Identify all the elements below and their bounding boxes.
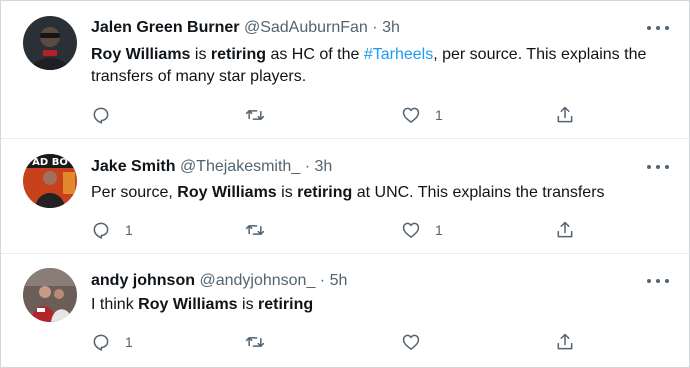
tweet-text-segment: Per source, bbox=[91, 184, 178, 201]
tweet[interactable]: AD BO Jake Smith @Thejakesmith_ · 3h Per… bbox=[1, 138, 689, 253]
retweet-icon bbox=[245, 110, 265, 120]
display-name[interactable]: andy johnson bbox=[91, 272, 195, 289]
tweet-text: I think Roy Williams is retiring bbox=[91, 294, 661, 316]
tweet-text-segment: at UNC. This explains the transfers bbox=[352, 184, 605, 201]
tweet-text-segment: I think bbox=[91, 296, 139, 313]
share-button[interactable] bbox=[555, 219, 575, 241]
share-icon bbox=[557, 106, 573, 123]
tweet-actions: 1 1 bbox=[91, 219, 581, 241]
separator: · bbox=[304, 158, 311, 175]
avatar-image-icon bbox=[23, 16, 77, 70]
reply-count: 1 bbox=[125, 334, 133, 350]
retweet-button[interactable] bbox=[245, 219, 279, 241]
share-button[interactable] bbox=[555, 331, 575, 353]
separator: · bbox=[319, 272, 326, 289]
more-icon bbox=[647, 165, 651, 169]
avatar-image-icon: AD BO bbox=[23, 154, 77, 208]
avatar[interactable] bbox=[23, 268, 77, 322]
share-button[interactable] bbox=[555, 104, 575, 126]
like-count: 1 bbox=[435, 107, 443, 123]
more-options-button[interactable] bbox=[647, 22, 669, 34]
highlighted-term: Roy Williams bbox=[91, 46, 191, 63]
avatar-image-icon bbox=[23, 268, 77, 322]
reply-icon bbox=[93, 222, 109, 239]
more-icon bbox=[647, 26, 651, 30]
tweet-text-segment: is bbox=[237, 296, 259, 313]
retweet-icon bbox=[245, 225, 265, 235]
reply-button[interactable]: 1 bbox=[91, 331, 133, 353]
reply-icon bbox=[93, 107, 109, 124]
highlighted-term: retiring bbox=[210, 46, 267, 63]
tweet-text: Per source, Roy Williams is retiring at … bbox=[91, 182, 661, 204]
share-icon bbox=[557, 333, 573, 350]
tweet-header: Jake Smith @Thejakesmith_ · 3h bbox=[91, 156, 332, 178]
separator: · bbox=[372, 19, 378, 36]
like-button[interactable]: 1 bbox=[401, 104, 443, 126]
display-name[interactable]: Jalen Green Burner bbox=[91, 19, 240, 36]
tweet-header: Jalen Green Burner @SadAuburnFan · 3h bbox=[91, 17, 400, 39]
like-button[interactable] bbox=[401, 331, 435, 353]
tweet-text-segment: is bbox=[276, 184, 298, 201]
timestamp[interactable]: 5h bbox=[330, 272, 348, 289]
reply-count: 1 bbox=[125, 222, 133, 238]
like-icon bbox=[402, 107, 420, 123]
reply-button[interactable] bbox=[91, 104, 125, 126]
tweet[interactable]: andy johnson @andyjohnson_ · 5h I think … bbox=[1, 253, 689, 367]
tweet-header: andy johnson @andyjohnson_ · 5h bbox=[91, 270, 347, 292]
share-icon bbox=[557, 221, 573, 238]
timestamp[interactable]: 3h bbox=[314, 158, 332, 175]
like-button[interactable]: 1 bbox=[401, 219, 443, 241]
more-options-button[interactable] bbox=[647, 275, 669, 287]
tweet-text-segment: is bbox=[190, 46, 211, 63]
retweet-icon bbox=[245, 337, 265, 347]
like-icon bbox=[402, 334, 420, 350]
user-handle[interactable]: @SadAuburnFan bbox=[244, 19, 368, 36]
like-icon bbox=[402, 222, 420, 238]
tweet-actions: 1 bbox=[91, 331, 581, 353]
tweet-text: Roy Williams is retiring as HC of the #T… bbox=[91, 44, 661, 88]
user-handle[interactable]: @Thejakesmith_ bbox=[180, 158, 300, 175]
highlighted-term: retiring bbox=[297, 184, 353, 201]
avatar[interactable]: AD BO bbox=[23, 154, 77, 208]
avatar[interactable] bbox=[23, 16, 77, 70]
highlighted-term: Roy Williams bbox=[138, 296, 238, 313]
tweet-feed: Jalen Green Burner @SadAuburnFan · 3h Ro… bbox=[0, 0, 690, 368]
tweet-text-segment: as HC of the bbox=[266, 46, 364, 63]
svg-text:AD BO: AD BO bbox=[32, 157, 68, 168]
tweet-actions: 1 bbox=[91, 104, 581, 126]
hashtag-link[interactable]: #Tarheels bbox=[364, 46, 433, 63]
like-count: 1 bbox=[435, 222, 443, 238]
timestamp[interactable]: 3h bbox=[382, 19, 400, 36]
display-name[interactable]: Jake Smith bbox=[91, 158, 175, 175]
reply-button[interactable]: 1 bbox=[91, 219, 133, 241]
retweet-button[interactable] bbox=[245, 104, 279, 126]
more-options-button[interactable] bbox=[647, 161, 669, 173]
user-handle[interactable]: @andyjohnson_ bbox=[199, 272, 315, 289]
highlighted-term: retiring bbox=[258, 296, 314, 313]
highlighted-term: Roy Williams bbox=[177, 184, 277, 201]
tweet[interactable]: Jalen Green Burner @SadAuburnFan · 3h Ro… bbox=[1, 1, 689, 138]
retweet-button[interactable] bbox=[245, 331, 279, 353]
more-icon bbox=[647, 279, 651, 283]
reply-icon bbox=[93, 334, 109, 351]
